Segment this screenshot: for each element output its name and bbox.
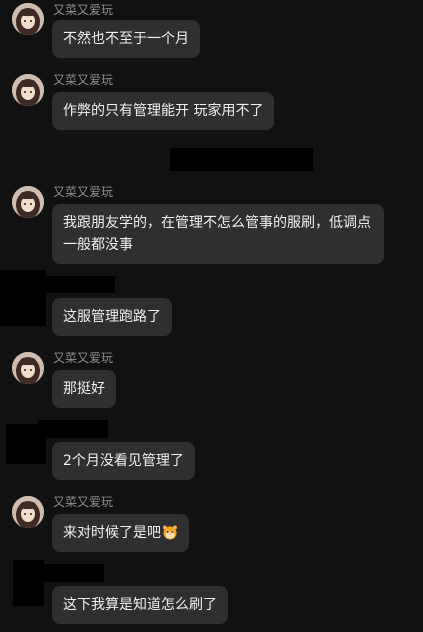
message-bubble[interactable]: 那挺好 [52,370,116,408]
sender-name: 又菜又爱玩 [53,3,114,17]
message-bubble[interactable]: 不然也不至于一个月 [52,20,200,58]
user-avatar-image [12,186,44,218]
message-text: 来对时候了是吧 [63,525,161,541]
sender-name: 又菜又爱玩 [53,73,114,87]
avatar[interactable] [12,3,44,35]
hamster-face-emoji-icon [163,525,177,540]
message-bubble[interactable]: 这下我算是知道怎么刷了 [52,586,228,624]
user-avatar-image [12,496,44,528]
user-avatar-image [12,352,44,384]
message-bubble[interactable]: 来对时候了是吧 [52,514,189,552]
redacted-name [38,420,108,438]
sender-name: 又菜又爱玩 [53,351,114,365]
redacted-name [40,564,104,582]
message-bubble[interactable]: 我跟朋友学的，在管理不怎么管事的服刷，低调点一般都没事 [52,204,384,264]
avatar[interactable] [12,186,44,218]
message-bubble[interactable]: 作弊的只有管理能开 玩家用不了 [52,92,275,130]
avatar[interactable] [12,74,44,106]
sender-name: 又菜又爱玩 [53,495,114,509]
avatar[interactable] [12,496,44,528]
user-avatar-image [12,74,44,106]
user-avatar-image [12,3,44,35]
message-bubble[interactable]: 2个月没看见管理了 [52,442,195,480]
sender-name: 又菜又爱玩 [53,185,114,199]
avatar[interactable] [12,352,44,384]
redacted-name [40,276,115,293]
redacted-block [170,148,313,171]
message-bubble[interactable]: 这服管理跑路了 [52,298,172,336]
